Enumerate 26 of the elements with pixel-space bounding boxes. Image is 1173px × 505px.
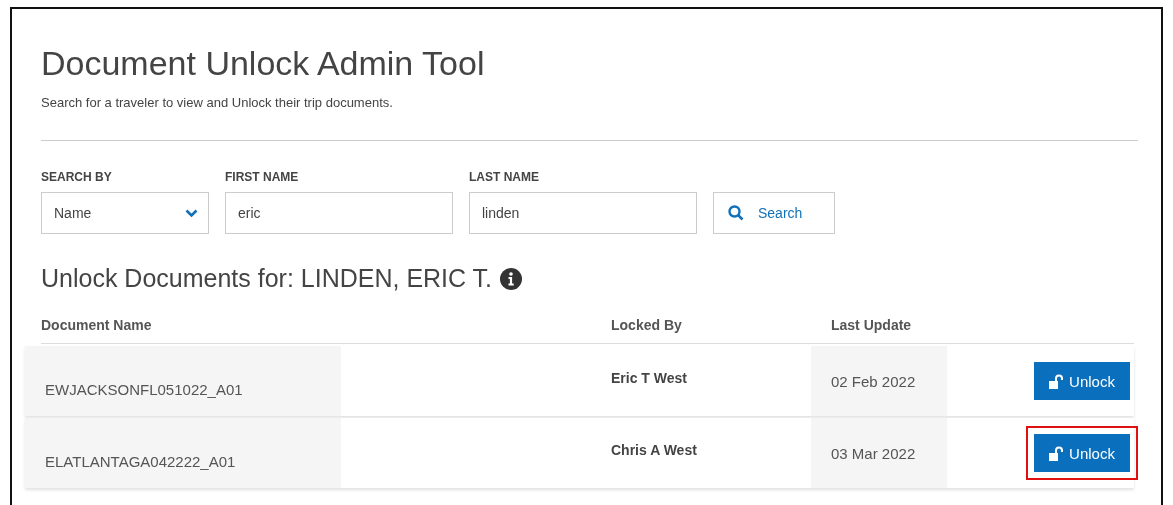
results-heading: Unlock Documents for: LINDEN, ERIC T. <box>41 264 493 293</box>
column-header: Last Update <box>831 317 913 333</box>
locked-by-cell-text: Eric T West <box>611 370 688 386</box>
unlocked-padlock-icon <box>1049 373 1064 389</box>
locked-by-cell-text: Chris A West <box>611 442 698 458</box>
document-name-cell: ELATLANTAGA042222_A01 <box>25 418 341 488</box>
search-by-dropdown[interactable]: Name <box>41 192 209 234</box>
search-button[interactable]: Search <box>713 192 835 234</box>
chevron-down-icon <box>185 208 198 218</box>
name-input-field[interactable]: linden <box>469 192 697 234</box>
field-label: LAST NAME <box>469 170 540 184</box>
search-icon <box>728 205 744 221</box>
unlock-button[interactable]: Unlock <box>1034 434 1130 472</box>
info-icon <box>500 267 523 290</box>
document-name-cell: EWJACKSONFL051022_A01 <box>25 346 341 416</box>
field-label: SEARCH BY <box>41 170 113 184</box>
name-input-field[interactable]: eric <box>225 192 453 234</box>
page-subtitle: Search for a traveler to view and Unlock their trip documents. <box>41 95 394 110</box>
column-header: Locked By <box>611 317 683 333</box>
last-update-cell: 02 Feb 2022 <box>811 346 947 416</box>
page-title: Document Unlock Admin Tool <box>41 43 486 83</box>
column-header: Document Name <box>41 317 153 333</box>
last-update-cell: 03 Mar 2022 <box>811 418 947 488</box>
field-label: FIRST NAME <box>225 170 300 184</box>
unlocked-padlock-icon <box>1049 445 1064 461</box>
unlock-button[interactable]: Unlock <box>1034 362 1130 400</box>
